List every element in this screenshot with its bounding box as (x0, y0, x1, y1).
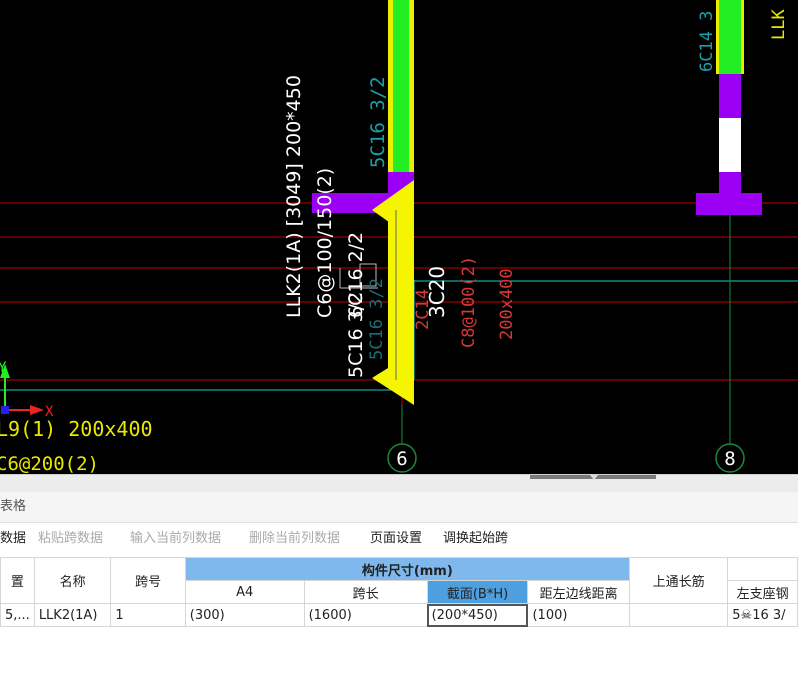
header-dist-left[interactable]: 距左边线距离 (527, 580, 630, 604)
beam-stirrup-label[interactable]: C6@100/150(2) (314, 168, 336, 318)
cell-left-seat[interactable]: 5☠16 3/ (727, 603, 798, 627)
red-size-label: 200x400 (497, 268, 517, 340)
red-stirrup-label: C8@100(2) (459, 256, 479, 348)
beam-main-label[interactable]: LLK2(1A) [3049] 200*450 (283, 75, 305, 318)
splitter-arrow-icon[interactable] (590, 475, 598, 480)
panel-splitter[interactable] (0, 474, 798, 493)
toolbar-paste-span-button[interactable]: 粘贴跨数据 (38, 523, 103, 555)
right-column-white (719, 118, 741, 172)
toolbar-page-setup-button[interactable]: 页面设置 (370, 523, 422, 555)
toolbar-input-column-button[interactable]: 输入当前列数据 (130, 523, 221, 555)
ucs-origin (1, 406, 9, 414)
toolbar-data-button[interactable]: 数据 (0, 523, 26, 555)
left-stirrup-label: C6@200(2) (0, 453, 99, 474)
right-column-purple-cap[interactable] (696, 193, 762, 215)
grid-label-8: 8 (724, 448, 735, 470)
beam-span-table: 置 名称 跨号 构件尺寸(mm) 上通长筋 A4 跨长 截面(B*H) 距左边线… (0, 557, 798, 627)
cyan-top-label: 5C16 3/2 (367, 76, 389, 168)
right-column-purple (719, 74, 741, 118)
right-column-green[interactable] (719, 0, 741, 74)
col-bar-label-3c20[interactable]: 3C20 (425, 266, 449, 318)
empty-table-area (0, 628, 798, 676)
cell-a4[interactable]: (300) (184, 603, 305, 627)
cad-drawing[interactable]: 6 8 Y X LLK2(1A) [3049] 200*450 C6@100/1… (0, 0, 798, 474)
table-toolbar: 数据 粘贴跨数据 输入当前列数据 删除当前列数据 页面设置 调换起始跨 (0, 523, 798, 555)
faint-overlap-label: 5C16 3/2 (367, 278, 387, 360)
header-c0[interactable]: 置 (0, 557, 35, 604)
panel-title: 表格 (0, 499, 27, 514)
panel-title-bar: 表格 (0, 492, 798, 523)
header-blank (727, 557, 798, 581)
cell-c0[interactable]: 5,... (0, 603, 35, 627)
right-top-cyan-label: 6C14 3 (697, 11, 717, 72)
header-group-size[interactable]: 构件尺寸(mm) (184, 557, 630, 581)
right-column-yellow-edge (741, 0, 744, 74)
header-span-length[interactable]: 跨长 (303, 580, 428, 604)
cell-section[interactable]: (200*450) (426, 603, 529, 627)
header-top-bar[interactable]: 上通长筋 (628, 557, 729, 604)
cell-top-bar[interactable] (628, 603, 729, 627)
cell-span-no[interactable]: 1 (110, 603, 186, 627)
header-left-seat[interactable]: 左支座钢 (727, 580, 798, 604)
header-span-no[interactable]: 跨号 (110, 557, 186, 604)
header-name[interactable]: 名称 (33, 557, 112, 604)
ucs-y-label: Y (0, 360, 7, 376)
toolbar-swap-start-span-button[interactable]: 调换起始跨 (443, 523, 508, 555)
grid-label-6: 6 (396, 448, 407, 470)
cell-span-length[interactable]: (1600) (303, 603, 428, 627)
toolbar-delete-column-button[interactable]: 删除当前列数据 (249, 523, 340, 555)
right-top-yellow-label: LLK (769, 9, 789, 40)
header-a4[interactable]: A4 (184, 580, 305, 604)
right-column-purple-base (719, 172, 741, 194)
beam-bottom-label[interactable]: 5C16 3/2 (345, 292, 367, 378)
cell-dist-left[interactable]: (100) (527, 603, 630, 627)
cad-drawing-canvas[interactable]: 6 8 Y X LLK2(1A) [3049] 200*450 C6@100/1… (0, 0, 798, 474)
column-green-inner (393, 0, 409, 175)
header-section[interactable]: 截面(B*H) (426, 580, 529, 604)
cell-name[interactable]: LLK2(1A) (33, 603, 112, 627)
table-row: 5,... LLK2(1A) 1 (300) (1600) (200*450) … (0, 603, 798, 627)
ucs-x-arrow (30, 405, 44, 415)
left-beam-label[interactable]: L9(1) 200x400 (0, 417, 153, 441)
